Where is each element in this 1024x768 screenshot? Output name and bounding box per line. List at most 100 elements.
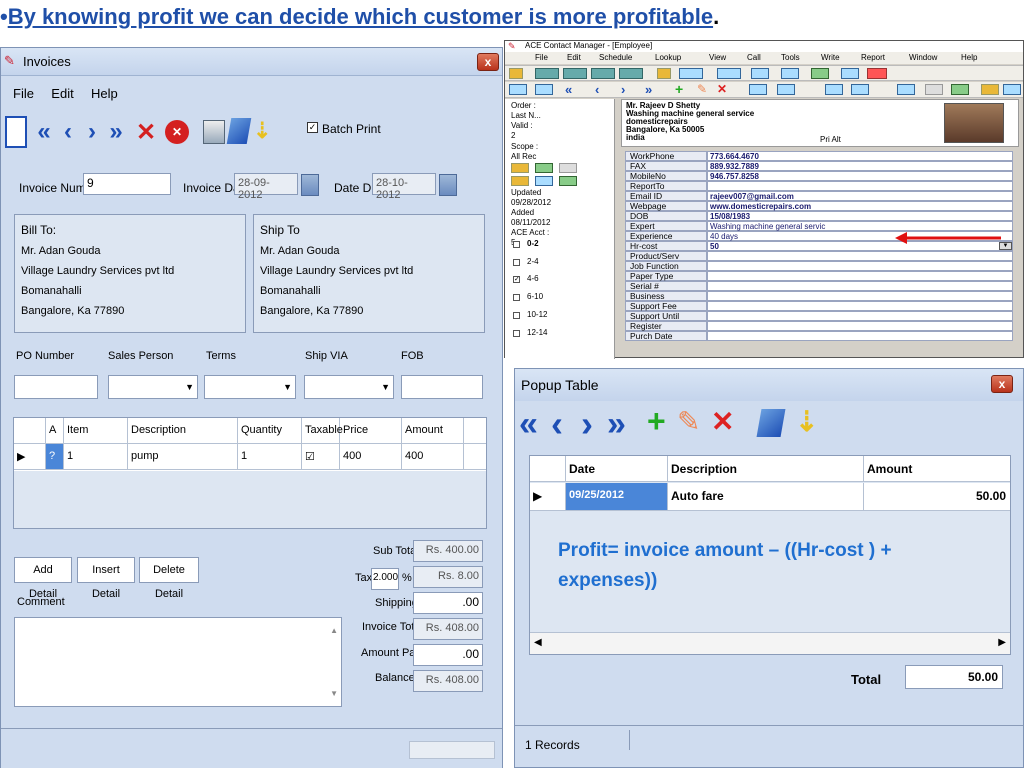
sales-person-select[interactable]: ▼ — [108, 375, 198, 399]
fob-field[interactable] — [401, 375, 483, 399]
table-row[interactable]: ▶ 09/25/2012 Auto fare 50.00 — [530, 483, 1010, 511]
next-record-icon[interactable]: › — [81, 116, 103, 148]
tax-rate-field[interactable]: 2.000 — [371, 568, 399, 590]
menu-report[interactable]: Report — [861, 53, 885, 62]
cell-amount[interactable]: 50.00 — [864, 483, 1010, 510]
first-record-icon[interactable]: « — [33, 116, 55, 148]
delete-icon[interactable]: ✕ — [135, 116, 157, 148]
toolbar-icon[interactable] — [591, 68, 615, 79]
field-value[interactable] — [707, 251, 1013, 261]
previous-record-icon[interactable]: ‹ — [595, 82, 599, 97]
toolbar-icon[interactable] — [657, 68, 671, 79]
close-button[interactable]: x — [991, 375, 1013, 393]
insert-detail-button[interactable]: Insert Detail — [77, 557, 135, 600]
menu-edit[interactable]: Edit — [51, 86, 73, 101]
save-icon[interactable] — [509, 84, 527, 95]
toolbar-icon[interactable] — [1003, 84, 1021, 95]
calendar-icon[interactable] — [439, 174, 457, 196]
comment-field[interactable]: ▲ ▼ — [14, 617, 342, 707]
book-icon[interactable] — [756, 409, 786, 437]
field-value[interactable] — [707, 261, 1013, 271]
print-icon[interactable] — [535, 84, 553, 95]
search-icon[interactable] — [777, 84, 795, 95]
delete-icon[interactable]: ✕ — [711, 405, 734, 438]
first-record-icon[interactable]: « — [565, 82, 572, 97]
toolbar-icon[interactable] — [781, 68, 799, 79]
menu-help[interactable]: Help — [91, 86, 118, 101]
previous-record-icon[interactable]: ‹ — [551, 403, 563, 445]
edit-icon[interactable]: ✎ — [697, 82, 707, 96]
menu-lookup[interactable]: Lookup — [655, 53, 681, 62]
field-value[interactable] — [707, 281, 1013, 291]
menu-file[interactable]: File — [13, 86, 34, 101]
field-value[interactable]: 889.932.7889 — [707, 161, 1013, 171]
cell-description[interactable]: Auto fare — [668, 483, 864, 510]
toolbar-icon[interactable] — [535, 68, 559, 79]
menu-window[interactable]: Window — [909, 53, 937, 62]
menu-call[interactable]: Call — [747, 53, 761, 62]
exit-icon[interactable]: ⇣ — [795, 405, 818, 438]
date-due-field[interactable]: 28-10-2012 — [372, 173, 436, 201]
invoice-date-field[interactable]: 28-09-2012 — [234, 173, 298, 201]
toolbar-icon[interactable] — [841, 68, 859, 79]
scroll-down-icon[interactable]: ▼ — [330, 689, 338, 698]
table-row[interactable]: ▶ ? 1 pump 1 ☑ 400 400 — [14, 444, 486, 470]
pri-alt-radio[interactable]: Pri Alt — [820, 135, 841, 145]
toolbar-icon[interactable] — [951, 84, 969, 95]
cell-date[interactable]: 09/25/2012 — [566, 483, 668, 510]
terms-select[interactable]: ▼ — [204, 375, 296, 399]
field-value[interactable]: 773.664.4670 — [707, 151, 1013, 161]
toolbar-icon[interactable] — [619, 68, 643, 79]
toolbar-icon[interactable] — [851, 84, 869, 95]
field-value[interactable]: 15/08/1983 — [707, 211, 1013, 221]
add-icon[interactable]: + — [647, 403, 666, 440]
field-value[interactable] — [707, 321, 1013, 331]
menu-schedule[interactable]: Schedule — [599, 53, 632, 62]
cell-a[interactable]: ? — [46, 444, 64, 469]
scroll-left-icon[interactable]: ◀ — [534, 637, 542, 648]
menu-write[interactable]: Write — [821, 53, 840, 62]
save-icon[interactable] — [5, 116, 27, 148]
next-record-icon[interactable]: › — [621, 82, 625, 97]
last-record-icon[interactable]: » — [607, 405, 626, 444]
toolbar-icon[interactable] — [925, 84, 943, 95]
toolbar-icon[interactable] — [751, 68, 769, 79]
toolbar-icon[interactable] — [717, 68, 741, 79]
toolbar-icon[interactable] — [825, 84, 843, 95]
first-record-icon[interactable]: « — [519, 405, 538, 444]
horizontal-scrollbar[interactable]: ◀ ▶ — [530, 632, 1010, 654]
field-value[interactable] — [707, 291, 1013, 301]
shipping-field[interactable]: .00 — [413, 592, 483, 614]
field-value[interactable] — [707, 271, 1013, 281]
batch-print-checkbox[interactable]: ✓ — [307, 122, 318, 133]
last-record-icon[interactable]: » — [105, 116, 127, 148]
toolbar-icon[interactable] — [981, 84, 999, 95]
folder-icon[interactable] — [509, 68, 523, 79]
field-value[interactable]: rajeev007@gmail.com — [707, 191, 1013, 201]
menu-help[interactable]: Help — [961, 53, 977, 62]
taxable-checkbox[interactable]: ☑ — [302, 444, 340, 469]
scroll-up-icon[interactable]: ▲ — [330, 626, 338, 635]
delete-detail-button[interactable]: Delete Detail — [139, 557, 199, 600]
field-value[interactable]: www.domesticrepairs.com — [707, 201, 1013, 211]
exit-icon[interactable]: ⇣ — [253, 118, 271, 144]
cell-item[interactable]: 1 — [64, 444, 128, 469]
cancel-icon[interactable]: ✕ — [165, 120, 189, 144]
last-record-icon[interactable]: » — [645, 82, 652, 97]
previous-record-icon[interactable]: ‹ — [57, 116, 79, 148]
edit-icon[interactable]: ✎ — [677, 405, 700, 438]
cell-price[interactable]: 400 — [340, 444, 402, 469]
toolbar-icon[interactable] — [679, 68, 703, 79]
field-value[interactable] — [707, 311, 1013, 321]
menu-edit[interactable]: Edit — [567, 53, 581, 62]
close-button[interactable]: x — [477, 53, 499, 71]
field-value[interactable]: 946.757.8258 — [707, 171, 1013, 181]
ship-via-select[interactable]: ▼ — [304, 375, 394, 399]
menu-view[interactable]: View — [709, 53, 726, 62]
toolbar-icon[interactable] — [867, 68, 887, 79]
field-value[interactable] — [707, 331, 1013, 341]
field-value[interactable] — [707, 301, 1013, 311]
add-icon[interactable]: + — [675, 81, 683, 97]
toolbar-icon[interactable] — [749, 84, 767, 95]
menu-tools[interactable]: Tools — [781, 53, 800, 62]
